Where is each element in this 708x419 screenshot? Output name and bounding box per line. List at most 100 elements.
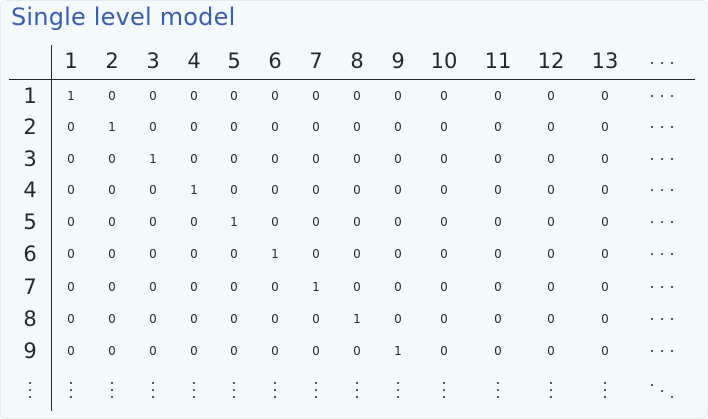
column-ellipsis <box>355 379 359 401</box>
matrix-cell: 0 <box>394 183 402 197</box>
column-ellipsis <box>496 379 500 401</box>
row-header: 8 <box>23 307 37 331</box>
row-header: 9 <box>23 339 37 363</box>
matrix-cell: 0 <box>353 247 361 261</box>
matrix-cell: 0 <box>353 120 361 134</box>
row-header-rule <box>51 45 52 411</box>
matrix-cell: 0 <box>67 152 75 166</box>
matrix-cell: 0 <box>547 183 555 197</box>
matrix-cell: 0 <box>67 120 75 134</box>
matrix-cell: 0 <box>312 215 320 229</box>
diagonal-ellipsis <box>649 382 675 400</box>
matrix-cell: 0 <box>601 152 609 166</box>
matrix-cell: 0 <box>271 280 279 294</box>
matrix-cell: 0 <box>494 183 502 197</box>
matrix-cell: 0 <box>312 89 320 103</box>
row-header: 1 <box>23 84 37 108</box>
matrix-cell: 0 <box>440 312 448 326</box>
column-header: 3 <box>146 49 160 73</box>
row-header: 4 <box>23 178 37 202</box>
matrix-cell: 1 <box>353 312 361 326</box>
matrix-cell: 0 <box>394 120 402 134</box>
matrix-cell: 0 <box>108 344 116 358</box>
column-header: 12 <box>537 49 565 73</box>
matrix-cell: 0 <box>547 344 555 358</box>
matrix-cell: 0 <box>149 215 157 229</box>
column-ellipsis <box>192 379 196 401</box>
matrix-cell: 1 <box>271 247 279 261</box>
matrix-cell: 0 <box>271 312 279 326</box>
matrix-cell: 0 <box>353 152 361 166</box>
matrix-cell: 0 <box>190 152 198 166</box>
matrix-cell: 0 <box>108 247 116 261</box>
column-header: 2 <box>105 49 119 73</box>
column-header: 9 <box>391 49 405 73</box>
column-header: 10 <box>430 49 458 73</box>
matrix-cell: 0 <box>440 120 448 134</box>
column-ellipsis <box>273 379 277 401</box>
column-ellipsis <box>603 379 607 401</box>
matrix-cell: 0 <box>271 152 279 166</box>
matrix-cell: 0 <box>67 215 75 229</box>
matrix-cell: 0 <box>353 183 361 197</box>
matrix-cell: 0 <box>230 247 238 261</box>
row-header: 7 <box>23 275 37 299</box>
matrix-cell: 0 <box>67 247 75 261</box>
matrix-cell: 0 <box>190 215 198 229</box>
matrix-cell: 0 <box>312 183 320 197</box>
matrix-cell: 0 <box>149 183 157 197</box>
matrix-cell: 0 <box>230 344 238 358</box>
row-ellipsis <box>649 285 675 289</box>
row-ellipsis <box>649 317 675 321</box>
matrix-cell: 1 <box>149 152 157 166</box>
matrix-cell: 0 <box>494 152 502 166</box>
matrix-cell: 0 <box>271 120 279 134</box>
column-header: 1 <box>64 49 78 73</box>
matrix-cell: 0 <box>230 89 238 103</box>
matrix-cell: 0 <box>547 152 555 166</box>
matrix-cell: 0 <box>547 247 555 261</box>
row-ellipsis <box>649 157 675 161</box>
matrix-cell: 0 <box>312 247 320 261</box>
matrix-cell: 0 <box>108 89 116 103</box>
matrix-cell: 0 <box>312 344 320 358</box>
matrix-cell: 0 <box>494 312 502 326</box>
matrix-cell: 0 <box>149 247 157 261</box>
matrix-cell: 0 <box>601 344 609 358</box>
column-header: 4 <box>187 49 201 73</box>
matrix-cell: 0 <box>440 344 448 358</box>
column-header: 11 <box>484 49 512 73</box>
matrix-cell: 0 <box>440 215 448 229</box>
matrix-cell: 0 <box>394 312 402 326</box>
matrix-cell: 0 <box>190 312 198 326</box>
matrix-cell: 0 <box>440 280 448 294</box>
matrix-cell: 0 <box>601 89 609 103</box>
matrix-cell: 0 <box>601 247 609 261</box>
matrix-cell: 0 <box>394 89 402 103</box>
matrix-cell: 0 <box>312 312 320 326</box>
matrix-cell: 0 <box>108 280 116 294</box>
matrix-cell: 0 <box>547 312 555 326</box>
matrix-cell: 0 <box>312 120 320 134</box>
column-ellipsis <box>396 379 400 401</box>
column-ellipsis <box>232 379 236 401</box>
matrix-cell: 0 <box>190 247 198 261</box>
matrix-cell: 0 <box>601 280 609 294</box>
matrix-cell: 0 <box>601 120 609 134</box>
row-header: 3 <box>23 147 37 171</box>
matrix-cell: 0 <box>190 120 198 134</box>
matrix-cell: 0 <box>108 183 116 197</box>
matrix-cell: 0 <box>108 152 116 166</box>
matrix-cell: 0 <box>230 152 238 166</box>
matrix-cell: 0 <box>271 215 279 229</box>
matrix-cell: 0 <box>394 247 402 261</box>
matrix-cell: 0 <box>149 344 157 358</box>
matrix-cell: 0 <box>149 312 157 326</box>
matrix-cell: 1 <box>190 183 198 197</box>
matrix-cell: 1 <box>230 215 238 229</box>
matrix-cell: 0 <box>271 183 279 197</box>
row-ellipsis <box>649 252 675 256</box>
column-header: 6 <box>268 49 282 73</box>
matrix-cell: 0 <box>353 215 361 229</box>
matrix-cell: 0 <box>494 280 502 294</box>
